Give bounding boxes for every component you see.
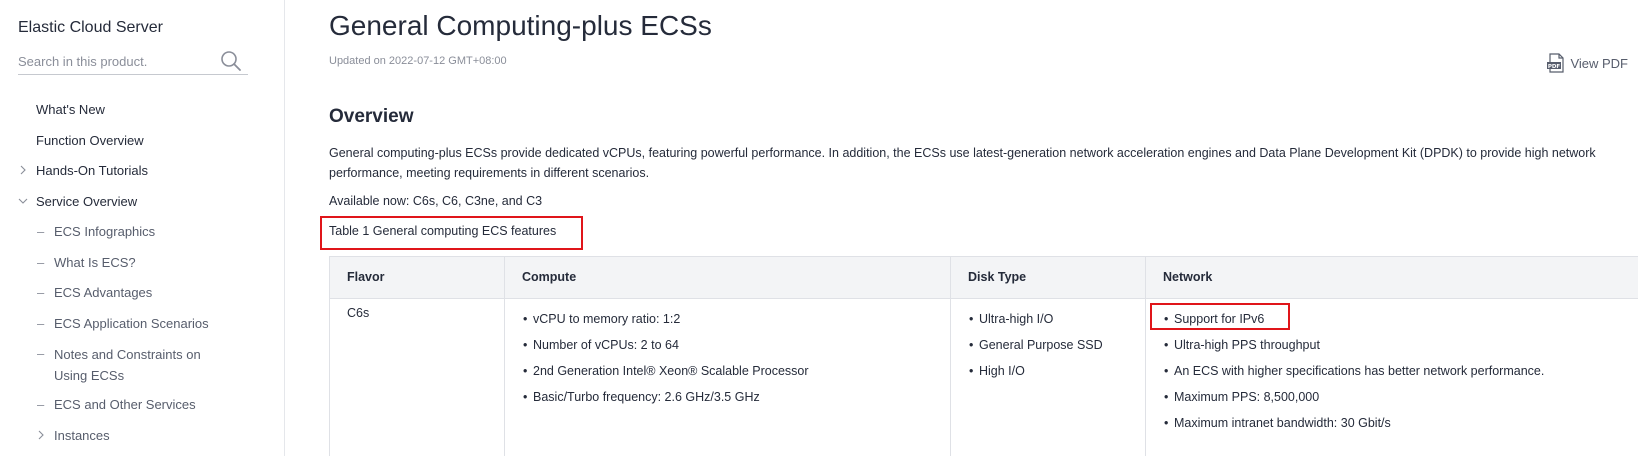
list-item: An ECS with higher specifications has be…	[1164, 364, 1544, 378]
table-cell-flavor: C6s	[347, 306, 370, 320]
table-header-disk-type: Disk Type	[968, 270, 1027, 284]
search-input[interactable]	[18, 51, 214, 71]
table-header-network: Network	[1163, 270, 1213, 284]
sidebar-item-ecs-infographics[interactable]: – ECS Infographics	[0, 217, 284, 248]
list-item: Ultra-high I/O	[969, 312, 1053, 326]
search-icon[interactable]	[220, 50, 242, 72]
table-caption: Table 1 General computing ECS features	[329, 224, 557, 238]
dash-icon: –	[37, 346, 45, 361]
sidebar-item-function-overview[interactable]: Function Overview	[0, 126, 284, 157]
sidebar-item-label: Function Overview	[36, 132, 144, 148]
list-item: General Purpose SSD	[969, 338, 1103, 352]
page-title: General Computing-plus ECSs	[329, 10, 712, 41]
chevron-right-icon[interactable]	[18, 165, 28, 175]
list-item: Ultra-high PPS throughput	[1164, 338, 1320, 352]
list-item: vCPU to memory ratio: 1:2	[523, 312, 680, 326]
table-column-divider	[950, 256, 951, 456]
product-title: Elastic Cloud Server	[18, 19, 163, 36]
table-column-divider	[1145, 256, 1146, 456]
sidebar-nav: What's New Function Overview Hands-On Tu…	[0, 95, 284, 451]
chevron-right-icon[interactable]	[36, 430, 46, 440]
updated-date: Updated on 2022-07-12 GMT+08:00	[329, 55, 507, 67]
view-pdf-label: View PDF	[1570, 55, 1628, 71]
sidebar-item-label: ECS Infographics	[54, 224, 156, 239]
table-column-divider	[504, 256, 505, 456]
dash-icon: –	[37, 397, 45, 412]
sidebar-item-label: Instances	[54, 427, 110, 443]
pdf-icon: PDF	[1547, 53, 1565, 73]
sidebar-item-label: What's New	[36, 102, 105, 117]
list-item: High I/O	[969, 364, 1025, 378]
list-item: 2nd Generation Intel® Xeon® Scalable Pro…	[523, 364, 809, 378]
list-item: Maximum PPS: 8,500,000	[1164, 390, 1319, 404]
dash-icon: –	[37, 254, 45, 270]
view-pdf-button[interactable]: PDF View PDF	[1546, 53, 1628, 73]
chevron-down-icon[interactable]	[18, 196, 28, 206]
sidebar-item-label: ECS Application Scenarios	[54, 315, 209, 331]
dash-icon: –	[37, 315, 45, 331]
table-header-flavor: Flavor	[347, 270, 385, 284]
main-content: General Computing-plus ECSs Updated on 2…	[320, 0, 1638, 456]
sidebar-item-notes-and-constraints[interactable]: – Notes and Constraints on Using ECSs	[0, 339, 284, 390]
sidebar-item-label: What Is ECS?	[54, 254, 136, 270]
sidebar-item-label: ECS and Other Services	[54, 397, 196, 412]
overview-paragraph: General computing-plus ECSs provide dedi…	[329, 146, 1596, 180]
sidebar-item-label: Hands-On Tutorials	[36, 163, 148, 178]
list-item: Basic/Turbo frequency: 2.6 GHz/3.5 GHz	[523, 390, 760, 404]
available-now-text: Available now: C6s, C6, C3ne, and C3	[329, 194, 543, 208]
list-item: Number of vCPUs: 2 to 64	[523, 338, 679, 352]
table-header-compute: Compute	[522, 270, 577, 284]
sidebar-item-what-is-ecs[interactable]: – What Is ECS?	[0, 248, 284, 279]
sidebar-item-ecs-and-other-services[interactable]: – ECS and Other Services	[0, 390, 284, 421]
sidebar-item-label: Service Overview	[36, 193, 138, 209]
sidebar-item-hands-on-tutorials[interactable]: Hands-On Tutorials	[0, 156, 284, 187]
sidebar-item-ecs-advantages[interactable]: – ECS Advantages	[0, 278, 284, 309]
sidebar-item-instances[interactable]: Instances	[0, 421, 284, 452]
list-item: Maximum intranet bandwidth: 30 Gbit/s	[1164, 416, 1391, 430]
dash-icon: –	[37, 224, 45, 239]
sidebar-item-ecs-application-scenarios[interactable]: – ECS Application Scenarios	[0, 309, 284, 340]
table-column-divider	[329, 256, 330, 456]
search-box	[18, 49, 248, 75]
overview-heading: Overview	[329, 106, 414, 127]
highlight-box-ipv6	[1150, 303, 1290, 330]
svg-text:PDF: PDF	[1548, 64, 1561, 70]
sidebar-item-label: ECS Advantages	[54, 285, 153, 300]
sidebar: Elastic Cloud Server What's New Function…	[0, 0, 285, 456]
dash-icon: –	[37, 285, 45, 300]
sidebar-item-label: Notes and Constraints on Using ECSs	[54, 347, 201, 383]
sidebar-item-whats-new[interactable]: What's New	[0, 95, 284, 126]
sidebar-item-service-overview[interactable]: Service Overview	[0, 187, 284, 218]
